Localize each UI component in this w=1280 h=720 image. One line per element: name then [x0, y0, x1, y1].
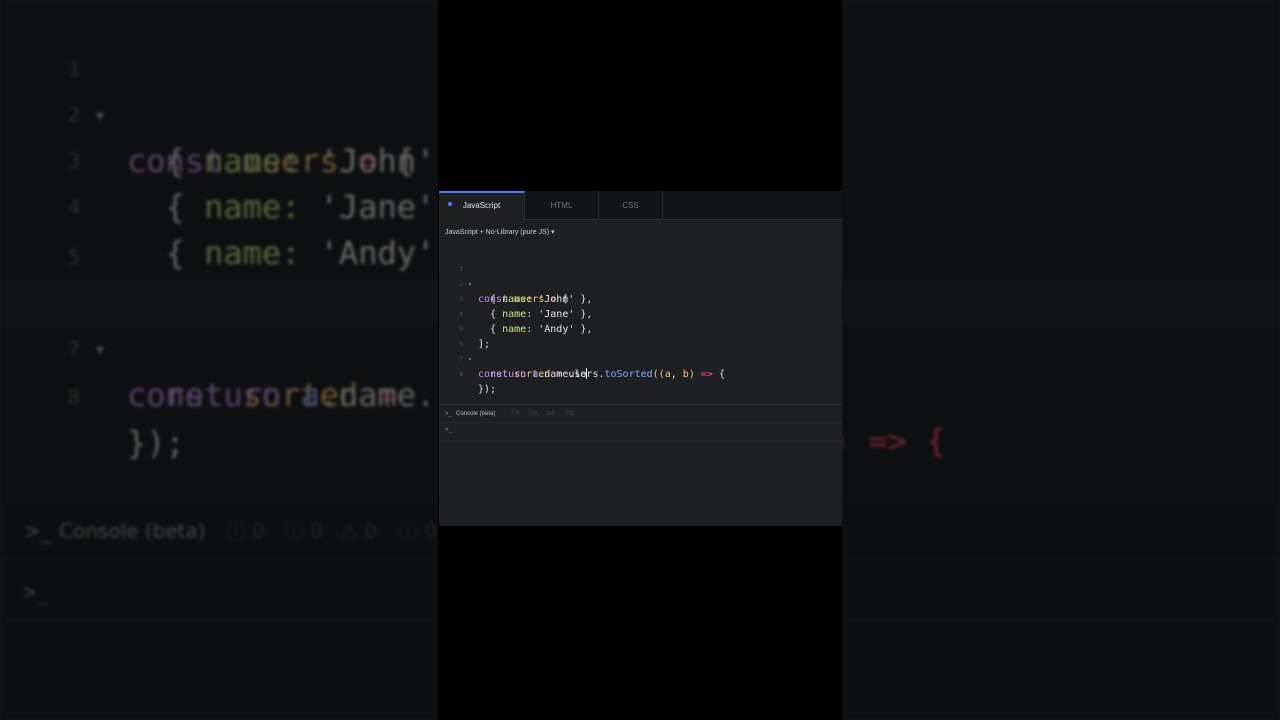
line-number: 8 [459, 371, 463, 378]
bg-code-line: 3 { name: 'Jane' [0, 92, 435, 226]
warning-count[interactable]: ⚠0 [546, 405, 555, 424]
token-string: 'Jane' [538, 309, 575, 320]
token-punctuation: , [670, 369, 677, 380]
token-string: 'John' [538, 294, 575, 305]
tab-css[interactable]: CSS [599, 191, 663, 220]
token-punctuation: ]; [478, 339, 491, 350]
token-punctuation: (( [652, 369, 665, 380]
code-line-active: 7 return a.name.lo [439, 337, 588, 380]
code-line: 4 { name: 'Andy' }, [439, 292, 592, 335]
bg-info-icon: ⓘ [226, 519, 246, 543]
bg-token: ) => { [830, 422, 946, 460]
console-bar[interactable]: >_ Console (beta) ⓘ0 ⓘ0 ⚠0 ⓧ0 [439, 404, 842, 423]
library-select[interactable]: JavaScript + No-Library (pure JS) ▾ [445, 227, 555, 239]
tab-javascript[interactable]: JavaScript [439, 191, 525, 220]
token-punctuation: { [490, 309, 497, 320]
bg-code-line: 6 ▾ const sorted = ) => { [0, 234, 946, 460]
tab-label: JavaScript [462, 201, 501, 210]
bg-token: return [165, 376, 282, 414]
editor-panel: JavaScript HTML CSS JavaScript + No-Libr… [439, 191, 842, 526]
console-input[interactable]: >_ [439, 423, 842, 442]
info-count[interactable]: ⓘ0 [510, 405, 519, 424]
code-line: 2 { name: 'John' }, [439, 262, 592, 305]
console-prompt-icon: >_ [445, 426, 453, 433]
bg-console-prompt: >_ [24, 580, 49, 604]
bg-token: 'Jane' [319, 188, 436, 226]
bg-token: 'Andy' [319, 234, 436, 272]
token-punctuation: { [490, 324, 497, 335]
bg-console-title: Console (beta) [59, 519, 206, 543]
bg-code-line: 4 { name: 'Andy' [0, 138, 435, 272]
text-cursor [586, 368, 588, 379]
bg-token: { [165, 142, 185, 180]
token-punctuation: { [490, 294, 497, 305]
console-output [439, 442, 842, 526]
token-punctuation: ) [688, 369, 695, 380]
token-function: toSorted [604, 369, 653, 380]
code-line: 5 ]; [439, 307, 490, 350]
bg-token: name: [204, 188, 301, 226]
bg-terminal-icon: >_ [24, 519, 51, 543]
bg-token: name: [204, 142, 301, 180]
library-select-label: JavaScript + No-Library (pure JS) [445, 229, 550, 236]
token-punctuation: }); [478, 384, 497, 395]
token-property: name: [502, 309, 533, 320]
code-line: 8 }); [439, 352, 496, 395]
log-count[interactable]: ⓘ0 [528, 405, 537, 424]
bg-count: ⓘ 0 [284, 519, 324, 543]
bg-code-line: 2 { name: 'John' [0, 46, 435, 180]
code-line: 6 ▾ const sorted = users.toSorted((a, b)… [439, 322, 725, 380]
error-count[interactable]: ⓧ0 [564, 405, 573, 424]
bg-line-number: 8 [67, 385, 80, 409]
modified-dot-icon [448, 202, 452, 206]
token-keyword: return [490, 369, 527, 380]
token-identifier: .name.lo [538, 369, 587, 380]
code-line: 1 ▾ const users = [ [439, 247, 568, 305]
token-punctuation: }, [580, 294, 593, 305]
bg-code-line: 8 }); [0, 328, 185, 462]
terminal-icon: >_ [445, 411, 452, 417]
tab-label: CSS [622, 201, 639, 210]
token-punctuation: }, [580, 309, 593, 320]
code-editor[interactable]: 1 ▾ const users = [ 2 { name: 'John' }, … [439, 247, 842, 402]
bg-token: a [300, 376, 320, 414]
bg-token: }); [127, 424, 185, 462]
token-punctuation: }, [580, 324, 593, 335]
token-operator: => [700, 369, 713, 380]
chevron-down-icon: ▾ [551, 229, 555, 236]
tab-label: HTML [550, 201, 573, 210]
token-string: 'Andy' [538, 324, 575, 335]
bg-token: name: [204, 234, 301, 272]
token-property: name: [502, 324, 533, 335]
bg-token: { [165, 188, 185, 226]
token-property: name: [502, 294, 533, 305]
editor-tabs: JavaScript HTML CSS [439, 191, 842, 220]
bg-token: { [165, 234, 185, 272]
bg-code-line: 5 ]; [0, 188, 166, 322]
bg-error-icon: ⓘ [398, 519, 418, 543]
tab-html[interactable]: HTML [525, 191, 599, 220]
bg-token: .name. [319, 376, 436, 414]
console-title: Console (beta) [456, 411, 496, 417]
bg-count: ⓘ 0 [398, 519, 438, 543]
bg-info-icon: ⓘ [284, 519, 304, 543]
bg-warning-icon: ⚠ [340, 519, 358, 543]
bg-code-line: 1 ▾ const users = [ [0, 0, 416, 180]
token-punctuation: { [718, 369, 725, 380]
bg-count: ⓘ 0 [226, 519, 266, 543]
bg-count: ⚠ 0 [340, 519, 378, 543]
code-line: 3 { name: 'Jane' }, [439, 277, 592, 320]
bg-token: 'John' [319, 142, 436, 180]
